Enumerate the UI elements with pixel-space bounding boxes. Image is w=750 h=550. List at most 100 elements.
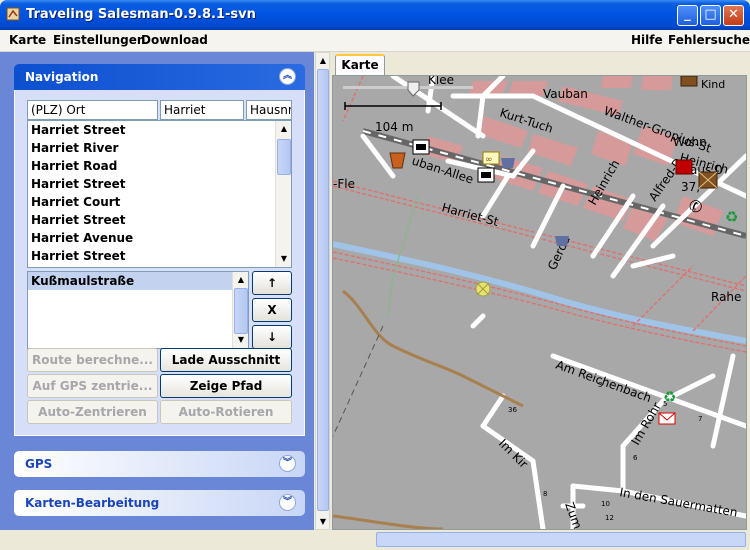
minimize-button[interactable]: _ (677, 5, 698, 26)
house-number-input[interactable]: Hausnr (246, 100, 292, 120)
street-input[interactable]: Harriet (160, 100, 244, 120)
map-label: Klee (428, 76, 454, 87)
car-icon (477, 167, 495, 183)
boundary-line (333, 325, 384, 437)
scroll-up-icon[interactable]: ▲ (277, 122, 291, 136)
mail-icon (658, 412, 676, 425)
map-label: -Fle (333, 177, 355, 191)
parking-icon (412, 139, 430, 155)
gps-header[interactable]: GPS ︾ (14, 451, 305, 477)
city-input[interactable]: (PLZ) Ort (27, 100, 158, 120)
route-calc-button[interactable]: Route berechne... (27, 348, 158, 372)
scroll-down-icon[interactable]: ▼ (277, 252, 291, 266)
map-label: Kind (701, 78, 725, 91)
path-track-2 (333, 514, 444, 529)
house-number: 3 (598, 381, 602, 389)
navigation-header[interactable]: Navigation ︽ (14, 64, 305, 90)
list-item[interactable]: Harriet Street (28, 175, 291, 193)
map-view[interactable]: 104 m Vauban Klee Kurt-Tuch Walther-Grop… (333, 76, 746, 529)
window-title: Traveling Salesman-0.9.8.1-svn (26, 7, 256, 22)
title-bar: Traveling Salesman-0.9.8.1-svn _ □ ✕ (0, 0, 750, 30)
list-item[interactable]: Harriet Street (28, 121, 291, 139)
navigation-title: Navigation (25, 70, 99, 84)
recycling-icon: ♻ (725, 208, 738, 226)
scroll-up-icon[interactable]: ▲ (234, 273, 248, 287)
auto-center-button[interactable]: Auto-Zentrieren (27, 400, 158, 424)
house-number: 36 (508, 406, 517, 414)
gps-group: GPS ︾ (14, 451, 305, 477)
tab-strip: Karte (332, 52, 750, 75)
scroll-down-icon[interactable]: ▼ (234, 333, 248, 347)
move-up-button[interactable]: ↑ (252, 271, 292, 295)
map-label: 37, (681, 180, 700, 194)
gps-title: GPS (25, 457, 53, 471)
collapse-icon[interactable]: ︽ (279, 68, 296, 85)
map-label: Vauban (543, 87, 588, 101)
center-gps-button[interactable]: Auf GPS zentrie... (27, 374, 158, 398)
results-list[interactable]: Harriet Street Harriet River Harriet Roa… (27, 120, 292, 268)
scroll-thumb[interactable] (277, 139, 291, 175)
scroll-thumb[interactable] (317, 69, 329, 511)
house-number: 8 (543, 490, 547, 498)
menu-hilfe[interactable]: Hilfe (631, 33, 663, 47)
left-pane-scrollbar[interactable]: ▲ ▼ (315, 52, 330, 530)
recycling-icon: ♻ (663, 388, 676, 406)
river (333, 241, 746, 344)
results-scrollbar[interactable]: ▲ ▼ (275, 121, 291, 267)
auto-rotate-button[interactable]: Auto-Rotieren (160, 400, 292, 424)
maximize-button[interactable]: □ (700, 5, 721, 26)
list-item[interactable]: Harriet Avenue (28, 229, 291, 247)
remove-button[interactable]: X (252, 298, 292, 322)
move-down-button[interactable]: ↓ (252, 325, 292, 349)
route-scrollbar[interactable]: ▲ ▼ (232, 272, 248, 348)
bin-icon (389, 152, 406, 169)
menu-bar: Karte Einstellungen Download Hilfe Fehle… (0, 30, 750, 52)
menu-karte[interactable]: Karte (9, 33, 46, 47)
show-path-button[interactable]: Zeige Pfad (160, 374, 292, 398)
svg-text:∞: ∞ (485, 155, 493, 165)
map-label: In den Sauermatten (618, 485, 738, 520)
map-edit-title: Karten-Bearbeitung (25, 496, 160, 510)
post-box-icon-2 (680, 76, 698, 87)
scale-label: 104 m (375, 120, 413, 134)
house-number: 7 (698, 415, 702, 423)
map-horizontal-scrollbar[interactable] (376, 532, 746, 547)
menu-download[interactable]: Download (141, 33, 208, 47)
scroll-up-icon[interactable]: ▲ (317, 54, 329, 67)
load-section-button[interactable]: Lade Ausschnitt (160, 348, 292, 372)
app-icon (6, 7, 20, 21)
menu-einstellungen[interactable]: Einstellungen (53, 33, 145, 47)
navigation-body: (PLZ) Ort Harriet Hausnr Harriet Street … (14, 90, 305, 436)
map-label: Rahe (711, 290, 741, 304)
house-number: 6 (633, 454, 638, 462)
map-edit-header[interactable]: Karten-Bearbeitung ︾ (14, 490, 305, 516)
map-canvas[interactable]: 104 m Vauban Klee Kurt-Tuch Walther-Grop… (333, 76, 746, 529)
expand-icon[interactable]: ︾ (279, 455, 296, 472)
house-number: 10 (601, 500, 610, 508)
list-item[interactable]: Kußmaulstraße (28, 272, 248, 290)
path-track (342, 289, 524, 408)
post-box-icon (698, 171, 718, 189)
house-number: 12 (605, 514, 614, 522)
list-item[interactable]: Harriet River (28, 139, 291, 157)
list-item[interactable]: Harriet Road (28, 157, 291, 175)
status-bar (0, 530, 750, 550)
scroll-down-icon[interactable]: ▼ (317, 515, 329, 528)
tab-karte[interactable]: Karte (335, 54, 385, 75)
map-label: Wohn (673, 135, 707, 149)
route-list[interactable]: Kußmaulstraße ▲ ▼ (27, 271, 249, 349)
close-button[interactable]: ✕ (723, 5, 744, 26)
map-frame: 104 m Vauban Klee Kurt-Tuch Walther-Grop… (332, 75, 747, 530)
hospital-icon (675, 159, 693, 175)
list-item[interactable]: Harriet Court (28, 193, 291, 211)
phone-icon: ✆ (689, 197, 702, 216)
scroll-thumb[interactable] (234, 288, 248, 334)
list-item[interactable]: Harriet Street (28, 247, 291, 265)
menu-fehlersuche[interactable]: Fehlersuche (668, 33, 750, 47)
list-item[interactable]: Harriet Street (28, 211, 291, 229)
navigation-group: Navigation ︽ (PLZ) Ort Harriet Hausnr Ha… (14, 64, 305, 436)
map-label: Am Reichenbach (554, 358, 653, 406)
bus-icon: ∞ (482, 151, 500, 165)
expand-icon[interactable]: ︾ (279, 494, 296, 511)
split-divider[interactable]: ▲ ▼ (314, 52, 332, 530)
